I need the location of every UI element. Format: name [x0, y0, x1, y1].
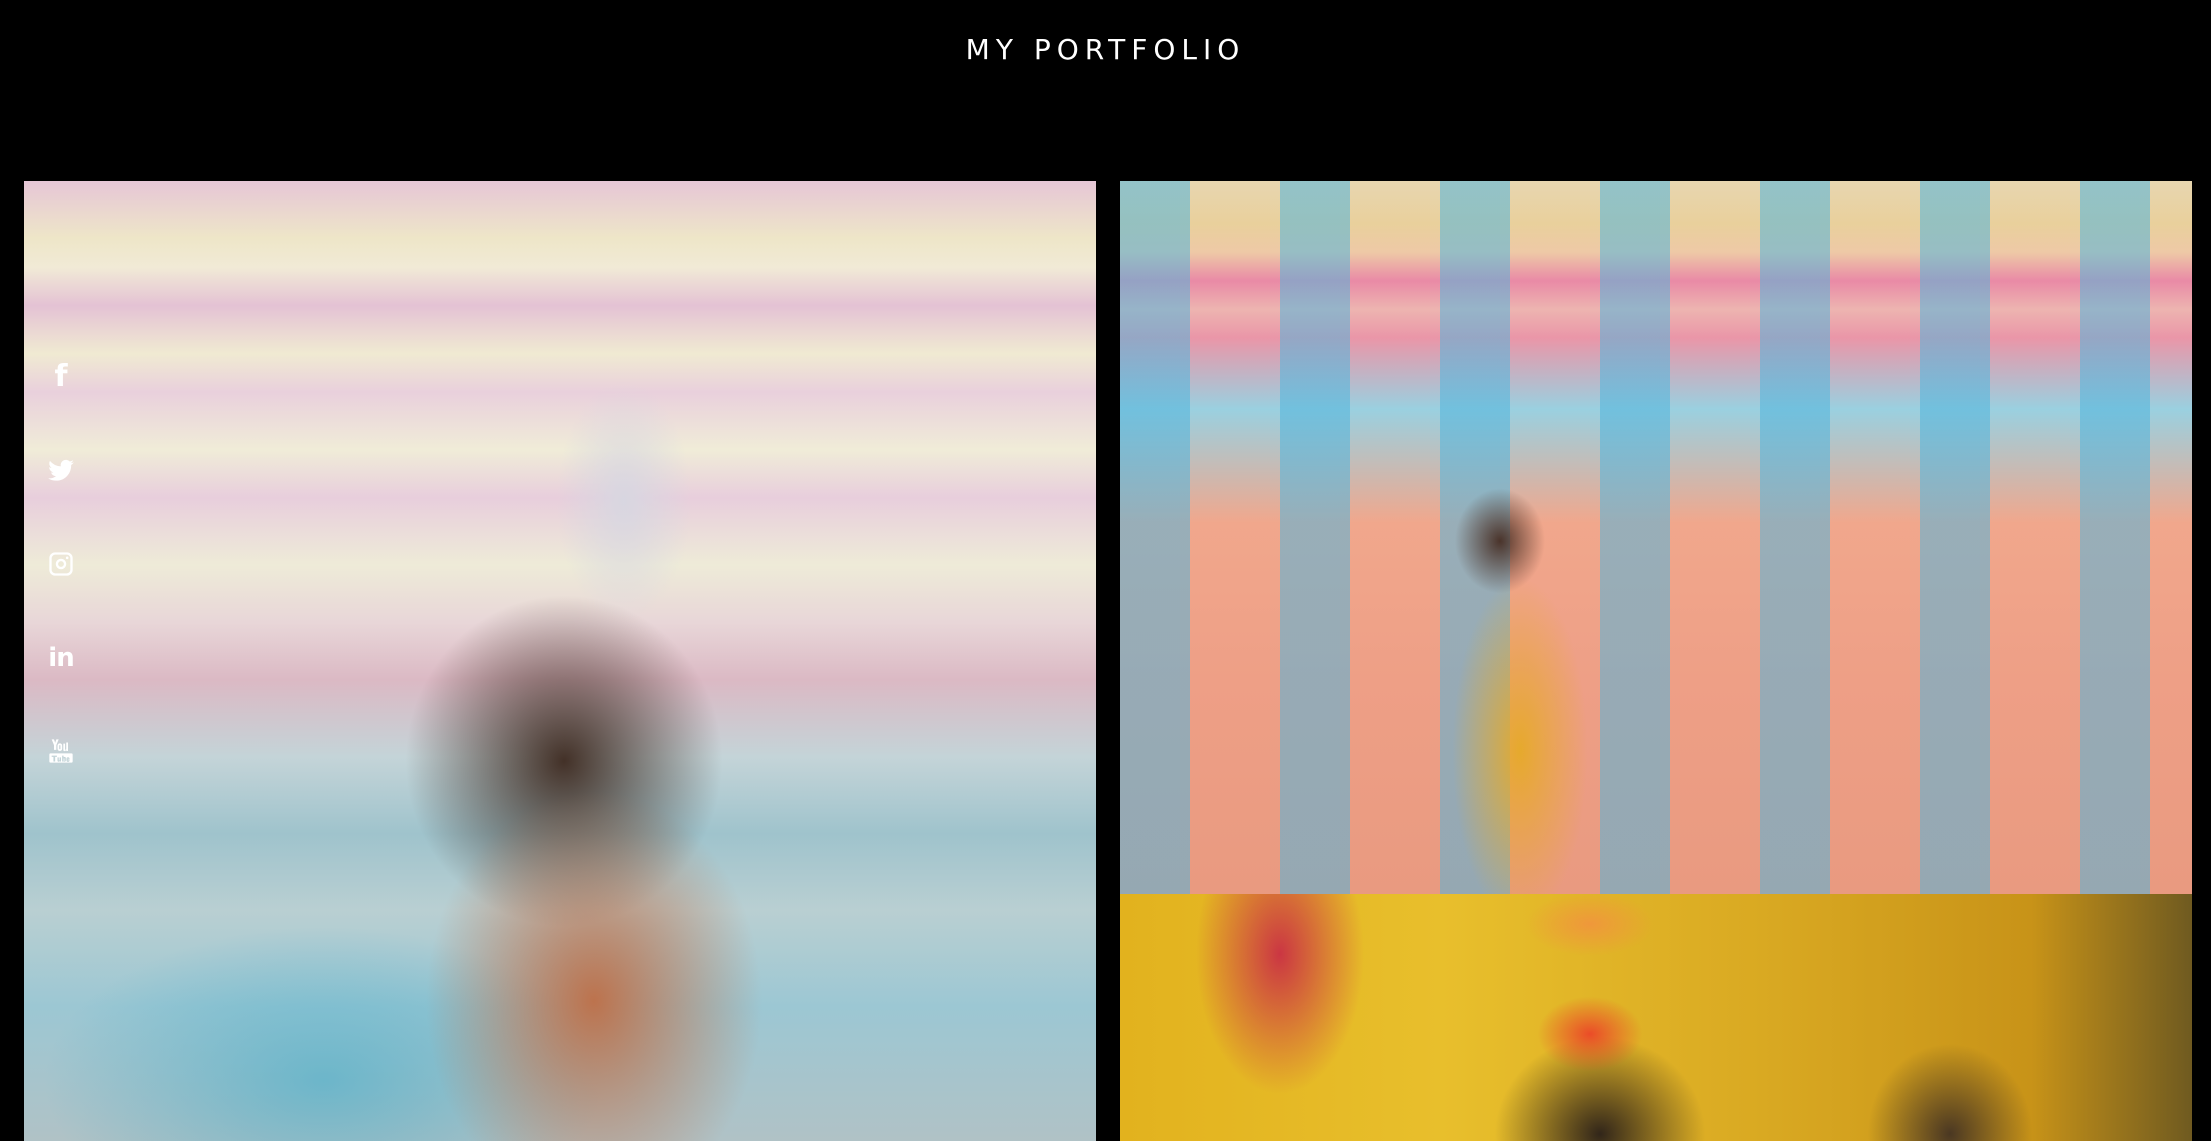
instagram-icon	[49, 552, 73, 576]
site-header: MY PORTFOLIO	[0, 0, 2211, 100]
gallery-photo-1[interactable]	[24, 181, 1096, 1141]
twitter-icon	[48, 459, 74, 481]
facebook-link[interactable]: f	[36, 352, 86, 402]
site-title[interactable]: MY PORTFOLIO	[966, 33, 1246, 66]
facebook-icon: f	[54, 359, 68, 394]
instagram-link[interactable]	[36, 539, 86, 589]
social-links: f in	[36, 352, 86, 820]
youtube-link[interactable]	[36, 726, 86, 776]
gallery-photo-2[interactable]	[1120, 181, 2192, 894]
linkedin-icon: in	[48, 642, 74, 673]
gallery-photo-3[interactable]	[1120, 894, 2192, 1141]
twitter-link[interactable]	[36, 446, 86, 496]
youtube-icon	[49, 739, 73, 763]
linkedin-link[interactable]: in	[36, 633, 86, 683]
portfolio-gallery	[24, 181, 2192, 1141]
